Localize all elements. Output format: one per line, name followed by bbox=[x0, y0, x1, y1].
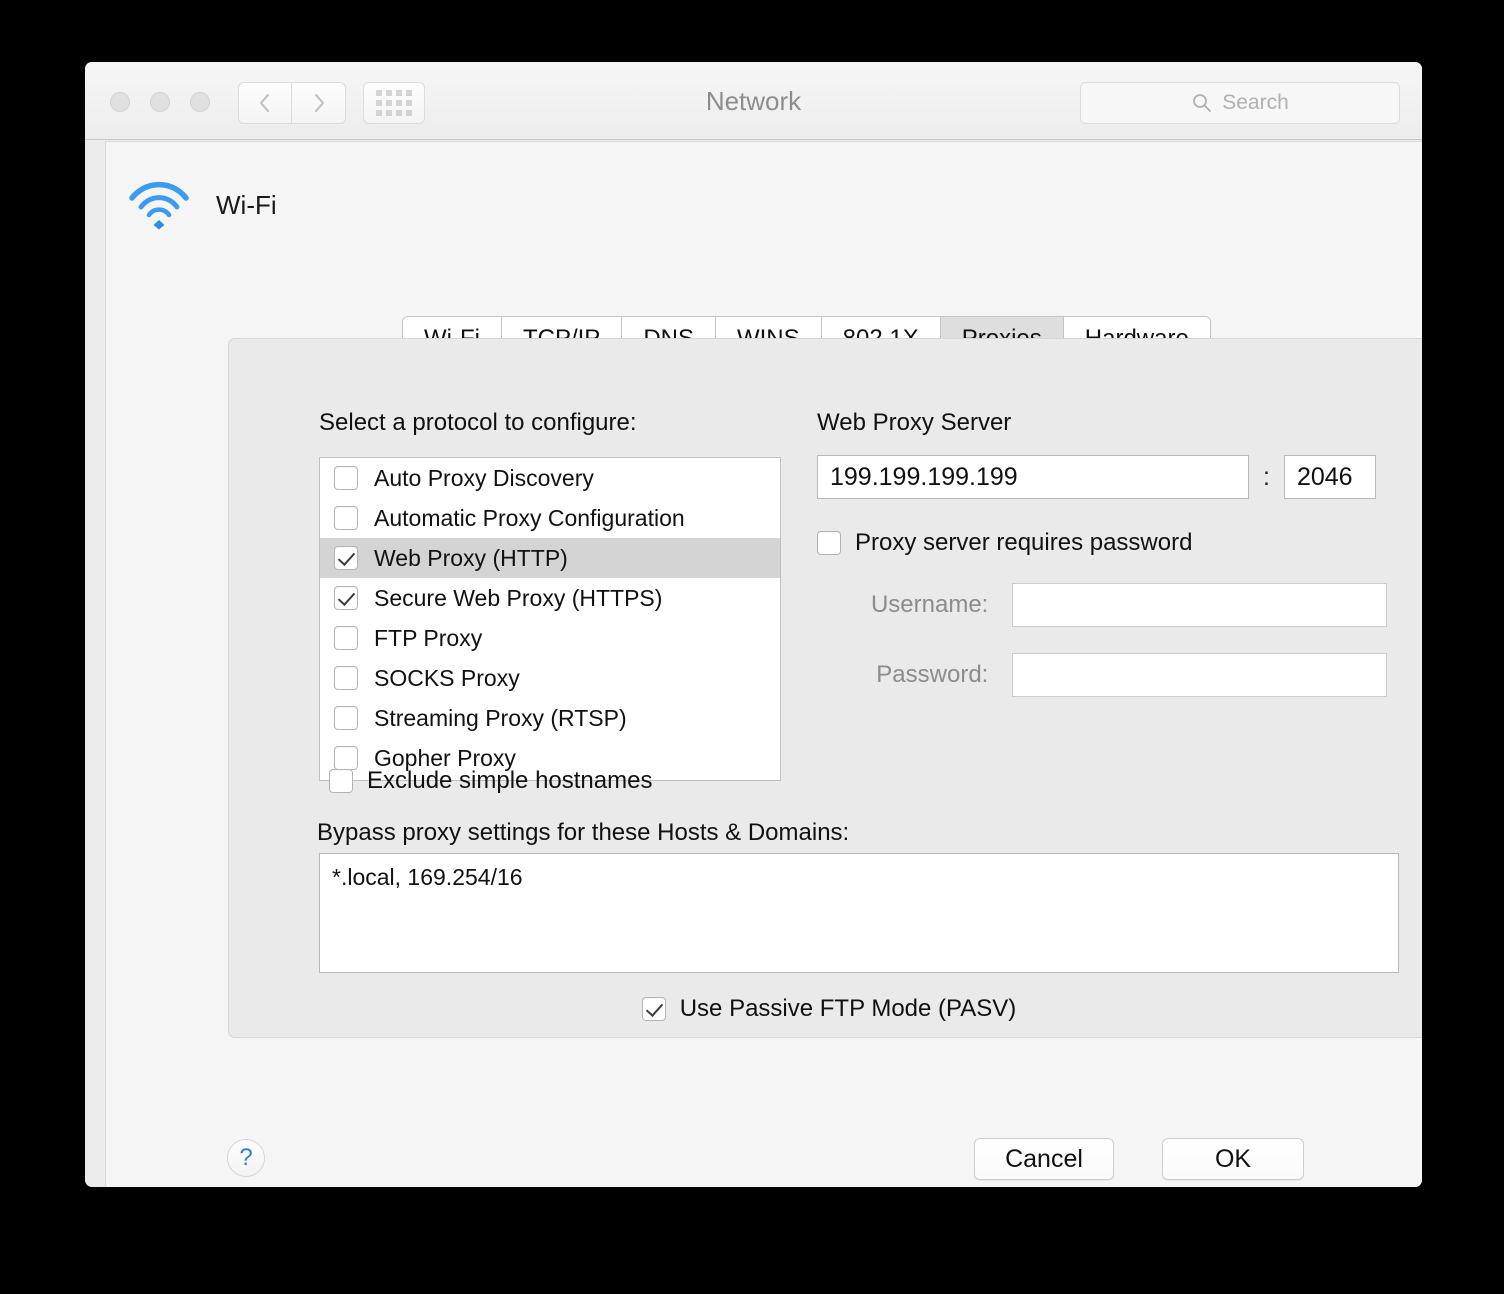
list-item[interactable]: Streaming Proxy (RTSP) bbox=[320, 698, 780, 738]
search-placeholder: Search bbox=[1222, 91, 1289, 114]
username-label: Username: bbox=[870, 591, 989, 618]
username-row: Username: bbox=[817, 583, 1387, 627]
proxies-panel: Select a protocol to configure: Auto Pro… bbox=[228, 338, 1422, 1038]
protocol-checkbox[interactable] bbox=[334, 706, 358, 730]
protocol-checkbox[interactable] bbox=[334, 586, 358, 610]
list-item[interactable]: SOCKS Proxy bbox=[320, 658, 780, 698]
list-item-label: Streaming Proxy (RTSP) bbox=[374, 704, 627, 731]
bypass-label: Bypass proxy settings for these Hosts & … bbox=[317, 819, 850, 846]
bypass-textarea[interactable]: *.local, 169.254/16 bbox=[319, 853, 1399, 973]
password-row: Password: bbox=[817, 653, 1387, 697]
requires-password-label: Proxy server requires password bbox=[855, 529, 1193, 556]
requires-password-row[interactable]: Proxy server requires password bbox=[817, 529, 1387, 557]
server-address-row: 199.199.199.199 : 2046 bbox=[817, 455, 1387, 499]
preferences-content: Wi-Fi Wi-Fi TCP/IP DNS WINS 802.1X Proxi… bbox=[105, 141, 1422, 1187]
search-input[interactable]: Search bbox=[1080, 82, 1400, 124]
username-field[interactable] bbox=[1012, 583, 1387, 627]
list-item-label: SOCKS Proxy bbox=[374, 664, 520, 691]
protocol-checkbox[interactable] bbox=[334, 506, 358, 530]
protocol-checkbox[interactable] bbox=[334, 546, 358, 570]
protocol-heading: Select a protocol to configure: bbox=[319, 409, 637, 436]
window-titlebar: Network Search bbox=[85, 62, 1422, 140]
help-button[interactable]: ? bbox=[227, 1139, 265, 1177]
password-field[interactable] bbox=[1012, 653, 1387, 697]
cancel-button[interactable]: Cancel bbox=[974, 1138, 1114, 1180]
list-item-label: Web Proxy (HTTP) bbox=[374, 544, 568, 571]
address-port-separator: : bbox=[1263, 462, 1270, 491]
ok-button[interactable]: OK bbox=[1162, 1138, 1304, 1180]
proxy-address-input[interactable]: 199.199.199.199 bbox=[817, 455, 1249, 499]
network-preferences-window: Network Search Wi-Fi Wi-Fi bbox=[85, 62, 1422, 1187]
passive-ftp-row[interactable]: Use Passive FTP Mode (PASV) bbox=[229, 995, 1422, 1023]
requires-password-checkbox[interactable] bbox=[817, 531, 841, 555]
service-name: Wi-Fi bbox=[216, 189, 277, 220]
list-item[interactable]: Secure Web Proxy (HTTPS) bbox=[320, 578, 780, 618]
list-item[interactable]: FTP Proxy bbox=[320, 618, 780, 658]
list-item-label: Secure Web Proxy (HTTPS) bbox=[374, 584, 663, 611]
passive-ftp-checkbox[interactable] bbox=[641, 997, 666, 1021]
proxy-port-input[interactable]: 2046 bbox=[1283, 455, 1376, 499]
exclude-simple-hostnames-label: Exclude simple hostnames bbox=[367, 767, 653, 794]
list-item[interactable]: Auto Proxy Discovery bbox=[320, 458, 780, 498]
protocol-list[interactable]: Auto Proxy Discovery Automatic Proxy Con… bbox=[319, 457, 781, 781]
exclude-simple-hostnames-checkbox[interactable] bbox=[329, 769, 353, 793]
protocol-checkbox[interactable] bbox=[334, 466, 358, 490]
protocol-checkbox[interactable] bbox=[334, 626, 358, 650]
list-item-label: Auto Proxy Discovery bbox=[374, 464, 594, 491]
server-column: Web Proxy Server 199.199.199.199 : 2046 … bbox=[817, 409, 1387, 697]
list-item-label: FTP Proxy bbox=[374, 624, 483, 651]
service-header: Wi-Fi bbox=[126, 180, 277, 230]
exclude-simple-hostnames-row[interactable]: Exclude simple hostnames bbox=[329, 767, 652, 795]
protocol-column: Select a protocol to configure: Auto Pro… bbox=[319, 409, 781, 781]
passive-ftp-label: Use Passive FTP Mode (PASV) bbox=[679, 995, 1017, 1022]
server-heading: Web Proxy Server bbox=[817, 409, 1012, 436]
list-item[interactable]: Automatic Proxy Configuration bbox=[320, 498, 780, 538]
password-label: Password: bbox=[876, 661, 989, 688]
search-icon bbox=[1193, 94, 1212, 112]
wifi-icon bbox=[129, 181, 189, 230]
passive-ftp-control[interactable]: Use Passive FTP Mode (PASV) bbox=[641, 995, 1017, 1023]
protocol-checkbox[interactable] bbox=[334, 666, 358, 690]
list-item-label: Automatic Proxy Configuration bbox=[374, 504, 685, 531]
list-item[interactable]: Web Proxy (HTTP) bbox=[320, 538, 780, 578]
